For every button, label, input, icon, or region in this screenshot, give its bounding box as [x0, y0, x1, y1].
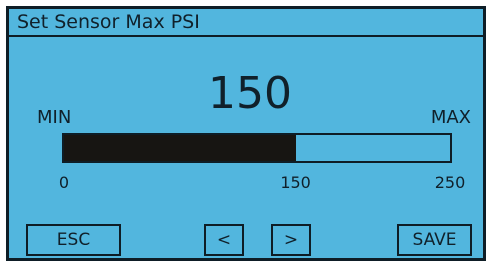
tick-label-mid: 150 [280, 173, 311, 192]
title-bar: Set Sensor Max PSI [9, 9, 483, 37]
save-button[interactable]: SAVE [397, 224, 472, 256]
screen-title: Set Sensor Max PSI [17, 11, 200, 33]
min-label: MIN [37, 107, 72, 128]
increase-button[interactable]: > [271, 224, 311, 256]
decrease-button[interactable]: < [204, 224, 244, 256]
tick-label-min: 0 [58, 173, 70, 192]
sensor-settings-screen: Set Sensor Max PSI 150 MIN MAX 0 150 250… [6, 6, 486, 261]
esc-button[interactable]: ESC [26, 224, 121, 256]
value-bar [62, 133, 452, 163]
max-label: MAX [430, 107, 471, 128]
current-value: 150 [208, 68, 292, 119]
tick-label-max: 250 [434, 173, 466, 192]
value-bar-fill [64, 135, 296, 161]
